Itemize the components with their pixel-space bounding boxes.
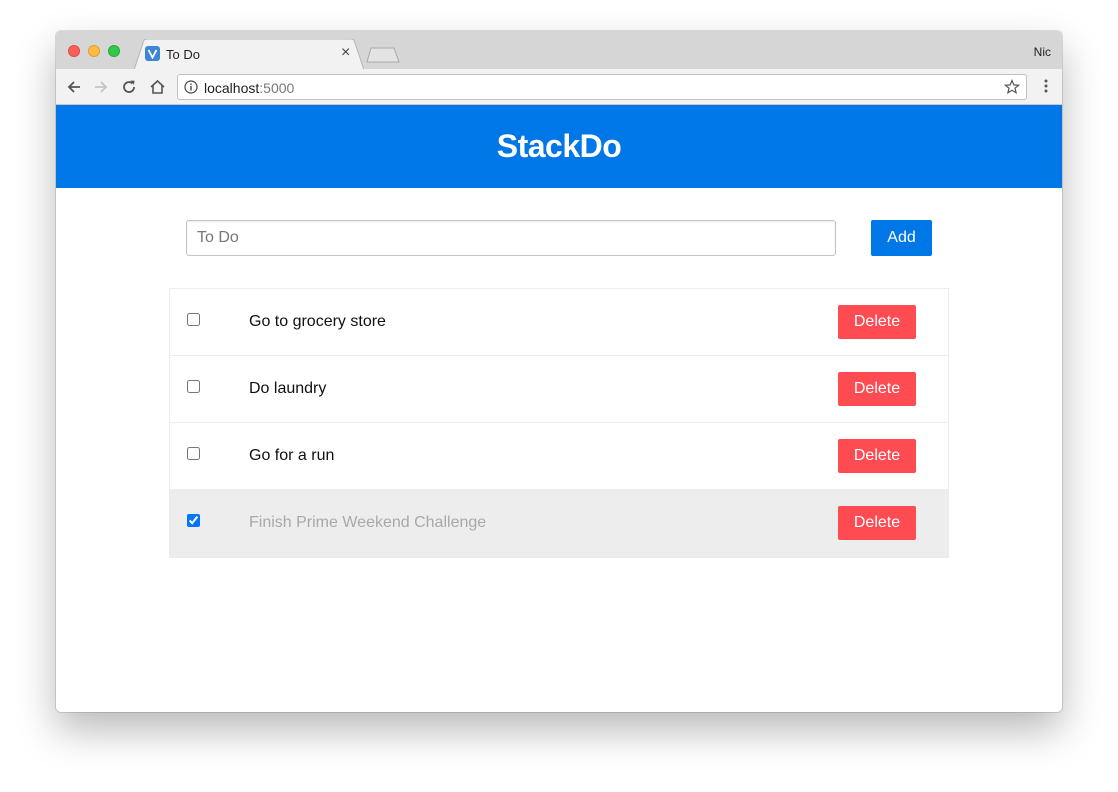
url-text[interactable]: localhost:5000: [204, 80, 294, 96]
add-button[interactable]: Add: [871, 220, 932, 256]
todo-input[interactable]: [186, 220, 836, 256]
todo-checkbox[interactable]: [187, 447, 200, 460]
new-tab-button[interactable]: [366, 47, 400, 63]
todo-text: Go for a run: [249, 447, 335, 464]
address-bar[interactable]: localhost:5000: [177, 74, 1027, 100]
back-arrow-icon[interactable]: [64, 77, 84, 97]
page-content: StackDo Add Go to grocery store Delete D…: [56, 105, 1062, 712]
profile-name[interactable]: Nic: [1034, 45, 1051, 59]
window-maximize-button[interactable]: [108, 45, 120, 57]
todo-text: Go to grocery store: [249, 313, 386, 330]
app-title: StackDo: [496, 128, 622, 164]
favicon-icon: [145, 46, 160, 61]
url-port: :5000: [259, 80, 295, 96]
delete-button[interactable]: Delete: [838, 305, 916, 339]
delete-button[interactable]: Delete: [838, 506, 916, 540]
forward-arrow-icon[interactable]: [91, 77, 111, 97]
window-minimize-button[interactable]: [88, 45, 100, 57]
star-icon[interactable]: [1004, 79, 1020, 95]
todo-list: Go to grocery store Delete Do laundry De…: [169, 288, 949, 558]
todo-item: Go for a run Delete: [170, 423, 948, 490]
info-icon[interactable]: [184, 80, 198, 94]
tab-close-icon[interactable]: ×: [341, 44, 350, 62]
home-icon[interactable]: [147, 77, 167, 97]
url-host: localhost: [204, 80, 260, 96]
todo-checkbox[interactable]: [187, 380, 200, 393]
browser-toolbar: localhost:5000: [56, 69, 1062, 105]
browser-window: To Do × Nic localhost:5000 StackDo To Do…: [56, 31, 1062, 712]
todo-item: Go to grocery store Delete: [170, 289, 948, 356]
app-header: StackDo: [56, 105, 1062, 188]
tab-strip: To Do × Nic: [56, 31, 1062, 70]
delete-button[interactable]: Delete: [838, 372, 916, 406]
todo-item: Finish Prime Weekend Challenge Delete: [170, 490, 948, 557]
todo-text: Do laundry: [249, 380, 327, 397]
tab-todo[interactable]: To Do ×: [134, 39, 364, 70]
reload-icon[interactable]: [119, 77, 139, 97]
todo-checkbox[interactable]: [187, 514, 200, 527]
window-close-button[interactable]: [68, 45, 80, 57]
delete-button[interactable]: Delete: [838, 439, 916, 473]
tab-title: To Do: [166, 47, 200, 62]
menu-icon[interactable]: [1044, 79, 1048, 93]
todo-checkbox[interactable]: [187, 313, 200, 326]
todo-text: Finish Prime Weekend Challenge: [249, 514, 487, 531]
todo-item: Do laundry Delete: [170, 356, 948, 423]
